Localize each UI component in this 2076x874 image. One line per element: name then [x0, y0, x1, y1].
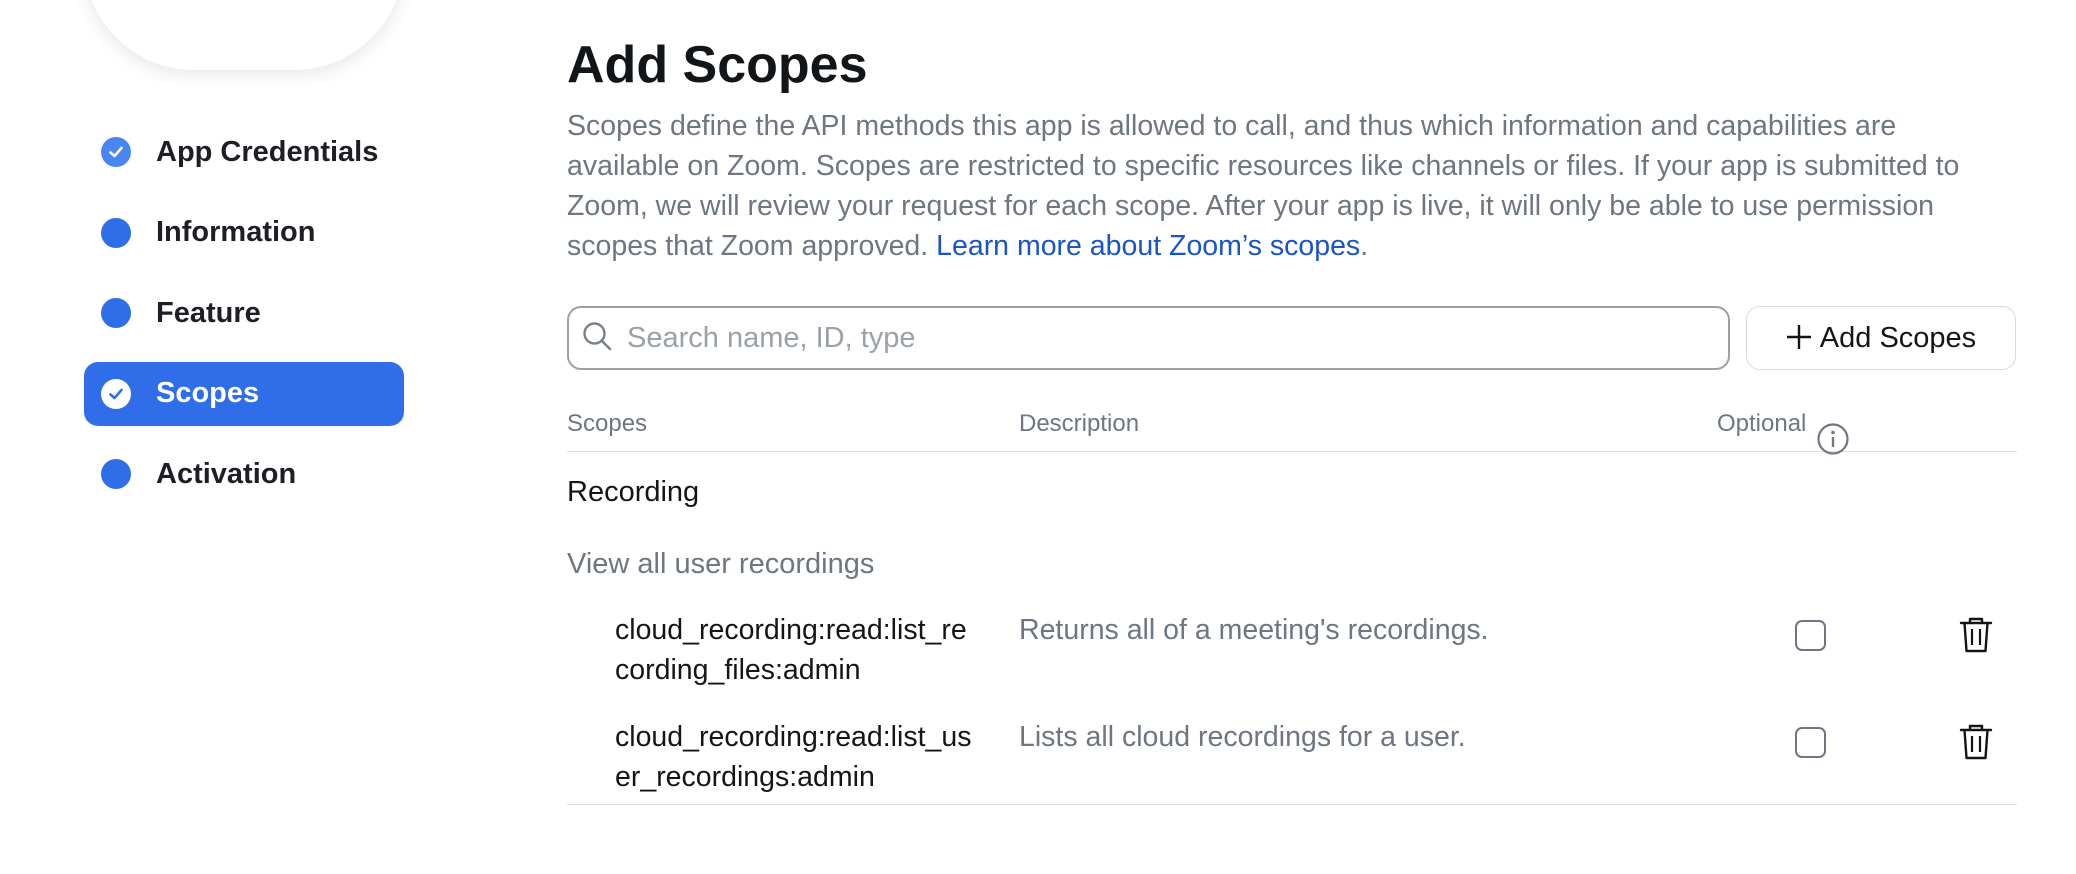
- add-scopes-button[interactable]: Add Scopes: [1746, 306, 2016, 370]
- sidebar-item-information[interactable]: Information: [84, 201, 404, 265]
- sidebar-item-label: Feature: [156, 296, 261, 329]
- sidebar-item-activation[interactable]: Activation: [84, 442, 404, 506]
- sidebar-item-app-credentials[interactable]: App Credentials: [84, 120, 404, 184]
- trash-icon[interactable]: [1958, 723, 1994, 766]
- scope-name: cloud_recording:read:list_user_recording…: [615, 721, 972, 793]
- check-circle-icon: [101, 137, 131, 167]
- check-circle-icon: [101, 378, 131, 409]
- sidebar-item-label: Information: [156, 216, 316, 248]
- scope-group-title: Recording: [567, 476, 700, 508]
- trash-icon[interactable]: [1958, 616, 1994, 659]
- table-header: Scopes Description Optional: [567, 394, 2017, 455]
- scope-name: cloud_recording:read:list_recording_file…: [615, 614, 967, 686]
- sidebar-item-label: Activation: [156, 457, 297, 490]
- table-divider: [567, 804, 2017, 805]
- search-row: Add Scopes: [567, 306, 2017, 370]
- scope-description: Returns all of a meeting's recordings.: [1019, 614, 1489, 646]
- page-title: Add Scopes: [567, 36, 868, 94]
- optional-checkbox[interactable]: [1795, 620, 1826, 651]
- learn-more-link[interactable]: Learn more about Zoom’s scopes: [936, 230, 1360, 262]
- app-avatar-card: [84, 0, 404, 70]
- sidebar-item-label: App Credentials: [156, 135, 379, 168]
- description-suffix: .: [1360, 230, 1369, 262]
- step-dot-icon: [101, 298, 131, 328]
- sidebar-nav: App Credentials Information Feature Scop…: [84, 120, 404, 523]
- search-box[interactable]: [567, 306, 1730, 370]
- scope-description: Lists all cloud recordings for a user.: [1019, 721, 1466, 753]
- add-scopes-label: Add Scopes: [1819, 321, 1977, 354]
- column-header-optional-label: Optional: [1717, 410, 1807, 437]
- sidebar-item-scopes[interactable]: Scopes: [84, 361, 404, 426]
- page-description: Scopes define the API methods this app i…: [567, 106, 2012, 266]
- scope-subgroup-title: View all user recordings: [567, 548, 875, 580]
- plus-icon: [1786, 319, 1812, 357]
- sidebar-item-label: Scopes: [156, 377, 260, 409]
- search-input[interactable]: [627, 321, 1707, 355]
- column-header-description: Description: [1019, 410, 1140, 437]
- sidebar-item-feature[interactable]: Feature: [84, 281, 404, 345]
- optional-checkbox[interactable]: [1795, 727, 1826, 758]
- column-header-optional: Optional: [1717, 410, 1849, 455]
- search-icon: [581, 320, 613, 357]
- info-icon[interactable]: [1816, 422, 1850, 456]
- step-dot-icon: [101, 217, 131, 248]
- step-dot-icon: [101, 459, 131, 489]
- table-row: cloud_recording:read:list_recording_file…: [567, 588, 2017, 695]
- column-header-scopes: Scopes: [567, 410, 648, 437]
- table-row: cloud_recording:read:list_user_recording…: [567, 695, 2017, 802]
- main-content: Add Scopes Scopes define the API methods…: [567, 30, 2017, 805]
